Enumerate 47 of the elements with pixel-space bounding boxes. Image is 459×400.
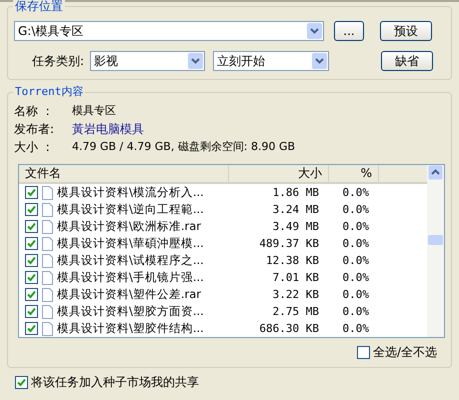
- group-title: Torrent内容: [13, 84, 86, 99]
- file-size: 2.75 MB: [272, 305, 320, 318]
- file-name: 模具设计资料\试模程序之...: [57, 253, 204, 268]
- group-title: 保存位置: [13, 0, 65, 15]
- file-size: 7.01 KB: [272, 271, 320, 284]
- category-dropdown[interactable]: 影视: [90, 51, 206, 71]
- column-header[interactable]: 文件名: [19, 165, 229, 182]
- file-percent: 0.0%: [342, 203, 370, 216]
- file-percent: 0.0%: [342, 237, 370, 250]
- file-percent: 0.0%: [342, 288, 370, 301]
- file-size: 12.38 KB: [265, 254, 320, 267]
- file-size: 3.49 MB: [272, 220, 320, 233]
- file-name: 模具设计资料\塑件公差.rar: [57, 287, 202, 302]
- info-label: 大小 :: [14, 139, 51, 156]
- browse-button[interactable]: ...: [334, 21, 364, 41]
- category-label: 任务类别:: [32, 52, 84, 70]
- file-name: 模具设计资料\塑胶件结构...: [57, 321, 204, 336]
- file-size: 3.22 KB: [272, 288, 320, 301]
- column-header[interactable]: 大小: [229, 165, 329, 182]
- file-size: 686.30 KB: [258, 322, 320, 335]
- file-percent: 0.0%: [342, 322, 370, 335]
- start-mode-dropdown[interactable]: 立刻开始: [213, 51, 330, 71]
- preset-button[interactable]: 预设: [380, 21, 432, 41]
- info-value: 模具专区: [72, 103, 117, 119]
- info-label: 发布者:: [14, 121, 56, 138]
- publisher-link[interactable]: 黃岩电脑模具: [72, 121, 451, 138]
- column-header[interactable]: %: [329, 165, 379, 182]
- file-percent: 0.0%: [342, 271, 370, 284]
- file-name: 模具设计资料\欧洲标准.rar: [57, 219, 202, 234]
- file-name: 模具设计资料\逆向工程範...: [57, 202, 204, 217]
- share-label: 将该任务加入种子市场我的共享: [31, 374, 199, 391]
- file-percent: 0.0%: [342, 220, 370, 233]
- file-percent: 0.0%: [342, 186, 370, 199]
- file-percent: 0.0%: [342, 254, 370, 267]
- info-label: 名称 :: [14, 103, 51, 120]
- file-name: 模具设计资料\模流分析入...: [57, 185, 204, 200]
- file-name: 模具设计资料\塑胶方面资...: [57, 304, 204, 319]
- file-size: 1.86 MB: [272, 186, 320, 199]
- file-size: 489.37 KB: [258, 237, 320, 250]
- file-percent: 0.0%: [342, 305, 370, 318]
- select-all-label: 全选/全不选: [372, 344, 437, 361]
- file-name: 模具设计资料\手机镜片强...: [57, 270, 204, 285]
- path-dropdown[interactable]: G:\模具专区: [14, 21, 324, 41]
- info-value: 4.79 GB / 4.79 GB, 磁盘剩余空间: 8.90 GB: [72, 139, 296, 155]
- file-size: 3.24 MB: [272, 203, 320, 216]
- file-name: 模具设计资料\華碩沖壓模...: [57, 236, 204, 251]
- default-button[interactable]: 缺省: [381, 51, 434, 71]
